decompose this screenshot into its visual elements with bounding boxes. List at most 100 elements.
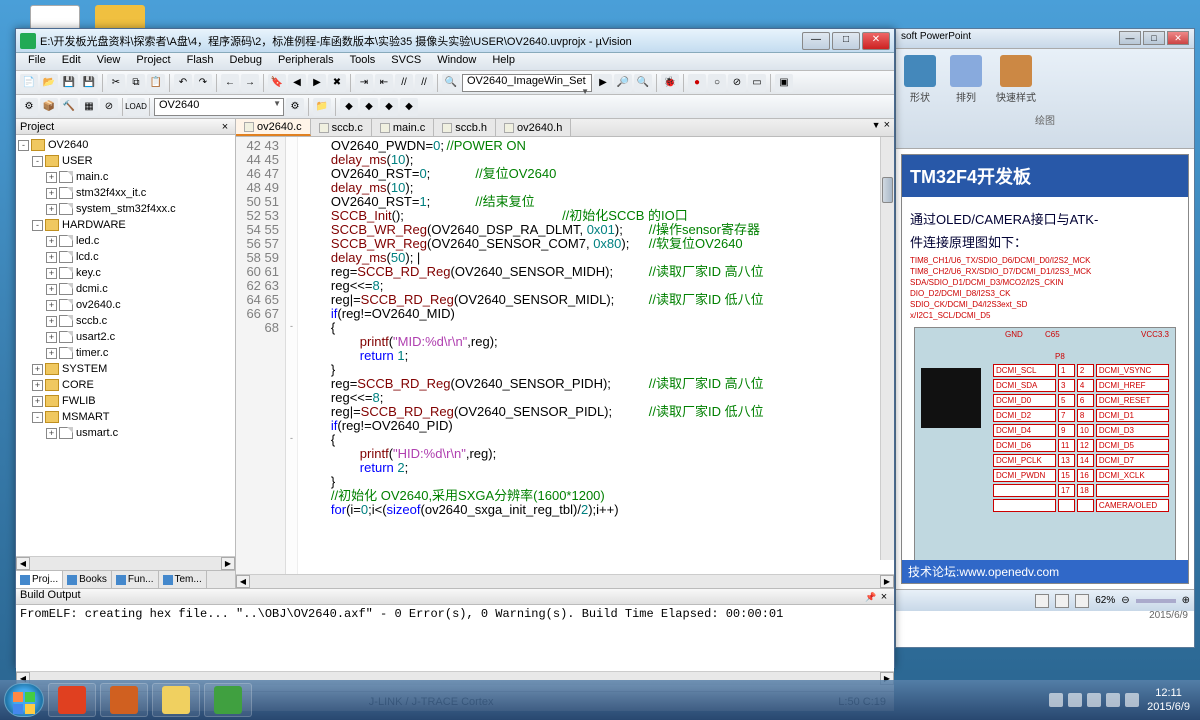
tree-file-key-c[interactable]: +key.c bbox=[18, 265, 233, 281]
tb-outdent-icon[interactable]: ⇤ bbox=[375, 74, 393, 92]
ppt-close-button[interactable]: ✕ bbox=[1167, 31, 1189, 45]
tb-paste-icon[interactable]: 📋 bbox=[147, 74, 165, 92]
menu-view[interactable]: View bbox=[89, 53, 129, 70]
project-tab-0[interactable]: Proj... bbox=[16, 571, 63, 588]
menu-project[interactable]: Project bbox=[128, 53, 178, 70]
tb-copy-icon[interactable]: ⧉ bbox=[127, 74, 145, 92]
editor-tab-ov2640-h[interactable]: ov2640.h bbox=[496, 119, 571, 136]
menu-window[interactable]: Window bbox=[429, 53, 484, 70]
tb-rebuild-icon[interactable]: 🔨 bbox=[60, 98, 78, 116]
tree-file-usmart-c[interactable]: +usmart.c bbox=[18, 425, 233, 441]
tree-group-fwlib[interactable]: +FWLIB bbox=[18, 393, 233, 409]
tray-volume-icon[interactable] bbox=[1106, 693, 1120, 707]
tray-show-hidden-icon[interactable] bbox=[1049, 693, 1063, 707]
tree-file-usart2-c[interactable]: +usart2.c bbox=[18, 329, 233, 345]
tree-group-system[interactable]: +SYSTEM bbox=[18, 361, 233, 377]
tree-expander[interactable]: + bbox=[46, 188, 57, 199]
tree-expander[interactable]: - bbox=[32, 412, 43, 423]
tray-flag-icon[interactable] bbox=[1068, 693, 1082, 707]
tb-bpkill-icon[interactable]: ⊘ bbox=[728, 74, 746, 92]
editor-tab-ov2640-c[interactable]: ov2640.c bbox=[236, 119, 311, 136]
build-close-icon[interactable]: × bbox=[878, 591, 890, 603]
tb-open-icon[interactable]: 📂 bbox=[40, 74, 58, 92]
tb-uncomment-icon[interactable]: // bbox=[415, 74, 433, 92]
tb-bpwindow-icon[interactable]: ▭ bbox=[748, 74, 766, 92]
project-hscroll[interactable]: ◀ ▶ bbox=[16, 556, 235, 570]
taskbar-item-pdf[interactable] bbox=[48, 683, 96, 717]
project-panel-header[interactable]: Project × bbox=[16, 119, 235, 135]
tree-expander[interactable]: + bbox=[32, 396, 43, 407]
menu-file[interactable]: File bbox=[20, 53, 54, 70]
tb-bookmark-clear-icon[interactable]: ✖ bbox=[328, 74, 346, 92]
tree-expander[interactable]: + bbox=[46, 236, 57, 247]
ppt-max-button[interactable]: □ bbox=[1143, 31, 1165, 45]
tree-file-stm32f4xx_it-c[interactable]: +stm32f4xx_it.c bbox=[18, 185, 233, 201]
tree-file-lcd-c[interactable]: +lcd.c bbox=[18, 249, 233, 265]
tree-expander[interactable]: + bbox=[46, 284, 57, 295]
ppt-view-show[interactable] bbox=[1075, 594, 1089, 608]
tree-expander[interactable]: - bbox=[18, 140, 29, 151]
tb-save-icon[interactable]: 💾 bbox=[60, 74, 78, 92]
tb-navfwd-icon[interactable]: → bbox=[241, 74, 259, 92]
menu-flash[interactable]: Flash bbox=[179, 53, 222, 70]
tree-file-led-c[interactable]: +led.c bbox=[18, 233, 233, 249]
tree-expander[interactable]: + bbox=[32, 380, 43, 391]
tree-expander[interactable]: + bbox=[46, 428, 57, 439]
editor-hscroll[interactable]: ◀▶ bbox=[236, 574, 894, 588]
tree-expander[interactable]: - bbox=[32, 220, 43, 231]
tb-manage1-icon[interactable]: ◆ bbox=[340, 98, 358, 116]
tb-manage2-icon[interactable]: ◆ bbox=[360, 98, 378, 116]
tb-translate-icon[interactable]: ⚙ bbox=[20, 98, 38, 116]
tb-target-combo[interactable]: OV2640 bbox=[154, 98, 284, 116]
keil-max-button[interactable]: □ bbox=[832, 32, 860, 50]
tb-find-combo[interactable]: OV2640_ImageWin_Set bbox=[462, 74, 592, 92]
menu-debug[interactable]: Debug bbox=[222, 53, 270, 70]
ppt-ribbon-arrange[interactable]: 排列 bbox=[950, 55, 982, 104]
menu-svcs[interactable]: SVCS bbox=[383, 53, 429, 70]
tb-bookmark-prev-icon[interactable]: ◀ bbox=[288, 74, 306, 92]
build-output-header[interactable]: Build Output 📌 × bbox=[16, 589, 894, 605]
tree-target[interactable]: -OV2640 bbox=[18, 137, 233, 153]
editor-tab-main-c[interactable]: main.c bbox=[372, 119, 434, 136]
ppt-titlebar[interactable]: soft PowerPoint — □ ✕ bbox=[896, 29, 1194, 49]
ppt-view-normal[interactable] bbox=[1035, 594, 1049, 608]
editor-tab-close-icon[interactable]: × bbox=[884, 119, 890, 131]
tray-input-icon[interactable] bbox=[1125, 693, 1139, 707]
tree-expander[interactable]: + bbox=[46, 316, 57, 327]
tb-breakpoint-icon[interactable]: ● bbox=[688, 74, 706, 92]
tree-file-sccb-c[interactable]: +sccb.c bbox=[18, 313, 233, 329]
tree-expander[interactable]: + bbox=[46, 252, 57, 263]
keil-titlebar[interactable]: E:\开发板光盘资料\探索者\A盘\4，程序源码\2，标准例程-库函数版本\实验… bbox=[16, 29, 894, 53]
vscroll-thumb[interactable] bbox=[882, 177, 893, 203]
tree-expander[interactable]: + bbox=[46, 268, 57, 279]
menu-peripherals[interactable]: Peripherals bbox=[270, 53, 342, 70]
build-output-text[interactable]: FromELF: creating hex file... "..\OBJ\OV… bbox=[16, 605, 894, 671]
tb-findnext-icon[interactable]: ▶ bbox=[594, 74, 612, 92]
keil-close-button[interactable]: ✕ bbox=[862, 32, 890, 50]
tb-undo-icon[interactable]: ↶ bbox=[174, 74, 192, 92]
tree-expander[interactable]: + bbox=[46, 348, 57, 359]
tb-comment-icon[interactable]: // bbox=[395, 74, 413, 92]
tb-indent-icon[interactable]: ⇥ bbox=[355, 74, 373, 92]
taskbar-item-wps[interactable] bbox=[204, 683, 252, 717]
tree-expander[interactable]: - bbox=[32, 156, 43, 167]
taskbar-item-ppt[interactable] bbox=[100, 683, 148, 717]
project-tree[interactable]: -OV2640-USER+main.c+stm32f4xx_it.c+syste… bbox=[16, 135, 235, 556]
tree-group-core[interactable]: +CORE bbox=[18, 377, 233, 393]
taskbar-clock[interactable]: 12:11 2015/6/9 bbox=[1147, 686, 1190, 714]
editor-tab-sccb-h[interactable]: sccb.h bbox=[434, 119, 496, 136]
tb-bookmark-icon[interactable]: 🔖 bbox=[268, 74, 286, 92]
start-button[interactable] bbox=[4, 683, 44, 717]
tb-incrfind-icon[interactable]: 🔍 bbox=[634, 74, 652, 92]
build-pin-icon[interactable]: 📌 bbox=[865, 592, 875, 602]
tb-redo-icon[interactable]: ↷ bbox=[194, 74, 212, 92]
tree-expander[interactable]: + bbox=[46, 300, 57, 311]
tb-new-icon[interactable]: 📄 bbox=[20, 74, 38, 92]
tb-navback-icon[interactable]: ← bbox=[221, 74, 239, 92]
code-editor[interactable]: 42 43 44 45 46 47 48 49 50 51 52 53 54 5… bbox=[236, 137, 894, 574]
ppt-ribbon-shape[interactable]: 形状 bbox=[904, 55, 936, 104]
tb-cut-icon[interactable]: ✂ bbox=[107, 74, 125, 92]
tb-targetopt-icon[interactable]: ⚙ bbox=[286, 98, 304, 116]
tb-stop-icon[interactable]: ⊘ bbox=[100, 98, 118, 116]
tree-file-dcmi-c[interactable]: +dcmi.c bbox=[18, 281, 233, 297]
